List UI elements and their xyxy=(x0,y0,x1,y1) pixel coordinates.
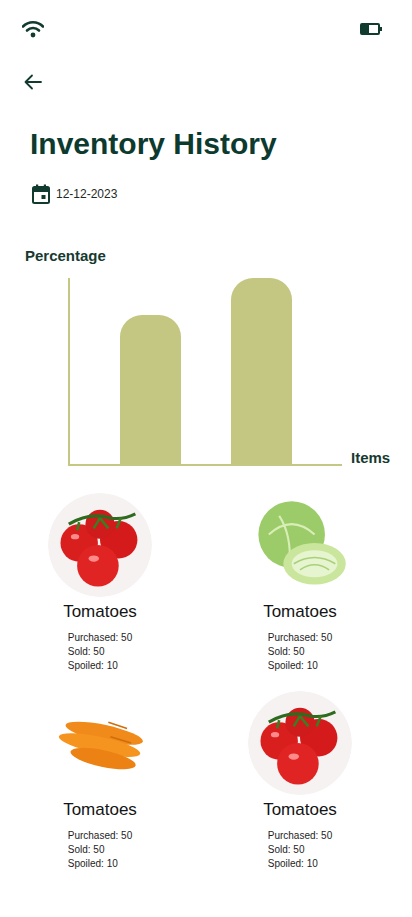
item-stat: Purchased: 50 xyxy=(268,631,333,645)
item-stat: Sold: 50 xyxy=(268,843,333,857)
carrot-picture xyxy=(48,691,152,795)
bar-chart: Items xyxy=(68,278,412,466)
wifi-icon xyxy=(22,20,44,38)
item-stat: Purchased: 50 xyxy=(68,829,133,843)
date-text: 12-12-2023 xyxy=(56,187,117,201)
battery-icon xyxy=(360,23,380,35)
chart-bar xyxy=(120,315,181,464)
y-axis-label: Percentage xyxy=(25,246,412,266)
item-stat: Purchased: 50 xyxy=(268,829,333,843)
item-stat: Spoiled: 10 xyxy=(268,857,333,871)
item-stat: Spoiled: 10 xyxy=(68,659,133,673)
item-card[interactable]: Tomatoes Purchased: 50Sold: 50Spoiled: 10 xyxy=(0,493,200,673)
item-stats: Purchased: 50Sold: 50Spoiled: 10 xyxy=(268,631,333,673)
item-stat: Sold: 50 xyxy=(68,843,133,857)
chart-bar xyxy=(231,278,292,464)
item-stat: Sold: 50 xyxy=(268,645,333,659)
item-card[interactable]: Tomatoes Purchased: 50Sold: 50Spoiled: 10 xyxy=(200,691,400,871)
item-stat: Sold: 50 xyxy=(68,645,133,659)
x-axis-label: Items xyxy=(351,448,390,468)
inventory-history-screen: Inventory History 12-12-2023 Percentage Ite… xyxy=(0,0,412,917)
date-picker[interactable]: 12-12-2023 xyxy=(32,184,412,204)
item-stat: Purchased: 50 xyxy=(68,631,133,645)
item-name: Tomatoes xyxy=(263,799,337,821)
tomato-picture xyxy=(248,691,352,795)
page-title: Inventory History xyxy=(30,126,412,162)
item-card[interactable]: Tomatoes Purchased: 50Sold: 50Spoiled: 10 xyxy=(200,493,400,673)
item-name: Tomatoes xyxy=(63,601,137,623)
item-name: Tomatoes xyxy=(63,799,137,821)
back-button[interactable] xyxy=(24,74,42,90)
item-grid: TomatoesPurchased: 50Sold: 50Spoiled: 10… xyxy=(0,493,412,871)
item-stat: Spoiled: 10 xyxy=(268,659,333,673)
status-bar xyxy=(0,0,412,40)
cabbage-picture xyxy=(248,493,352,597)
item-stats: Purchased: 50Sold: 50Spoiled: 10 xyxy=(68,631,133,673)
item-stats: Purchased: 50Sold: 50Spoiled: 10 xyxy=(68,829,133,871)
item-name: Tomatoes xyxy=(263,601,337,623)
plot-area xyxy=(68,278,342,466)
tomato-picture xyxy=(48,493,152,597)
item-stat: Spoiled: 10 xyxy=(68,857,133,871)
item-card[interactable]: Tomatoes Purchased: 50Sold: 50Spoiled: 10 xyxy=(0,691,200,871)
calendar-icon xyxy=(32,184,50,204)
item-stats: Purchased: 50Sold: 50Spoiled: 10 xyxy=(268,829,333,871)
back-arrow-icon xyxy=(24,74,42,90)
